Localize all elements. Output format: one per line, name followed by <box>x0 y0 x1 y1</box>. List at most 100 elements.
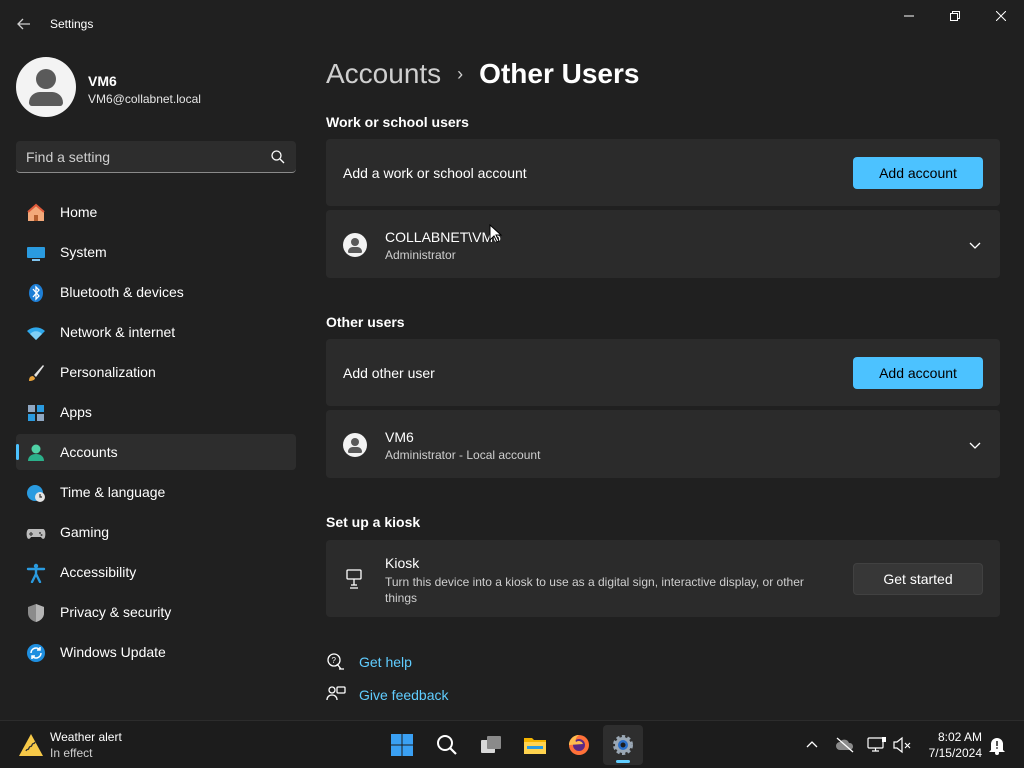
user-name: COLLABNET\VM6 <box>385 229 501 245</box>
sidebar-item-label: Gaming <box>60 524 110 540</box>
accounts-icon <box>26 443 46 463</box>
chevron-down-icon[interactable] <box>968 238 982 252</box>
show-hidden-icons-button[interactable] <box>802 735 822 755</box>
sidebar-item-accessibility[interactable]: Accessibility <box>16 554 296 590</box>
brush-icon <box>26 363 46 383</box>
chevron-up-icon <box>806 741 818 748</box>
avatar <box>16 57 76 117</box>
other-user-row[interactable]: VM6 Administrator - Local account <box>326 410 1000 478</box>
sidebar-item-home[interactable]: Home <box>16 194 296 230</box>
help-icon: ? <box>327 653 344 670</box>
weather-widget[interactable]: Weather alert In effect <box>14 729 174 761</box>
sidebar-item-windows-update[interactable]: Windows Update <box>16 634 296 670</box>
add-work-school-label: Add a work or school account <box>343 165 527 181</box>
page-title: Other Users <box>479 58 640 89</box>
give-feedback-label[interactable]: Give feedback <box>359 687 449 703</box>
sidebar-item-label: Home <box>60 204 98 220</box>
sidebar-item-time-language[interactable]: Time & language <box>16 474 296 510</box>
close-button[interactable] <box>978 0 1024 32</box>
minimize-button[interactable] <box>886 0 932 32</box>
firefox-icon <box>569 735 589 755</box>
sidebar-item-label: Bluetooth & devices <box>60 284 184 300</box>
section-heading-other-users: Other users <box>326 314 405 330</box>
user-avatar <box>343 433 367 457</box>
network-tray-icon[interactable] <box>867 735 887 755</box>
mouse-cursor-icon <box>489 224 503 243</box>
search-taskbar-button[interactable] <box>427 725 467 765</box>
sidebar-item-gaming[interactable]: Gaming <box>16 514 296 550</box>
sidebar-item-accounts[interactable]: Accounts <box>16 434 296 470</box>
weather-status: In effect <box>50 746 93 760</box>
onedrive-tray-icon[interactable] <box>835 735 855 755</box>
sidebar-item-bluetooth[interactable]: Bluetooth & devices <box>16 274 296 310</box>
user-profile[interactable]: VM6 VM6@collabnet.local <box>16 57 306 117</box>
sidebar-item-label: System <box>60 244 107 260</box>
sidebar-item-label: Windows Update <box>60 644 166 660</box>
back-button[interactable] <box>10 10 38 38</box>
sidebar-item-label: Accounts <box>60 444 118 460</box>
sidebar-item-privacy[interactable]: Privacy & security <box>16 594 296 630</box>
volume-tray-icon[interactable] <box>892 735 912 755</box>
shield-icon <box>26 603 46 623</box>
sidebar-item-label: Accessibility <box>60 564 137 580</box>
sidebar-item-personalization[interactable]: Personalization <box>16 354 296 390</box>
breadcrumb-parent-link[interactable]: Accounts <box>326 58 441 90</box>
search-icon[interactable] <box>270 149 286 165</box>
breadcrumb: Accounts › Other Users <box>326 58 639 90</box>
minimize-icon <box>904 15 914 17</box>
sidebar-item-network[interactable]: Network & internet <box>16 314 296 350</box>
give-feedback-link[interactable]: Give feedback <box>326 685 449 705</box>
add-work-account-button[interactable]: Add account <box>853 157 983 189</box>
search-box[interactable] <box>16 141 296 173</box>
kiosk-card: Kiosk Turn this device into a kiosk to u… <box>326 540 1000 617</box>
restore-button[interactable] <box>932 0 978 32</box>
user-avatar <box>343 233 367 257</box>
task-view-button[interactable] <box>471 725 511 765</box>
get-help-label[interactable]: Get help <box>359 654 412 670</box>
firefox-button[interactable] <box>559 725 599 765</box>
sidebar-nav: Home System Bluetooth & devices Network … <box>16 194 296 674</box>
profile-email: VM6@collabnet.local <box>88 92 201 106</box>
taskbar: Weather alert In effect 8:02 AM 7/15/202… <box>0 720 1024 768</box>
globe-clock-icon <box>26 483 46 503</box>
chevron-down-icon[interactable] <box>968 438 982 452</box>
accessibility-icon <box>26 563 46 583</box>
sidebar-item-label: Network & internet <box>60 324 176 340</box>
weather-alert-icon <box>19 734 43 756</box>
file-explorer-button[interactable] <box>515 725 555 765</box>
close-icon <box>996 11 1006 21</box>
profile-name: VM6 <box>88 73 117 89</box>
update-icon <box>26 643 46 663</box>
sidebar-item-label: Personalization <box>60 364 156 380</box>
add-other-user-card: Add other user Add account <box>326 339 1000 406</box>
get-started-button[interactable]: Get started <box>853 563 983 595</box>
add-other-account-button[interactable]: Add account <box>853 357 983 389</box>
kiosk-title: Kiosk <box>385 555 420 571</box>
kiosk-description: Turn this device into a kiosk to use as … <box>385 575 804 605</box>
add-other-user-label: Add other user <box>343 365 435 381</box>
arrow-left-icon <box>17 18 30 30</box>
sidebar-item-apps[interactable]: Apps <box>16 394 296 430</box>
clock-date: 7/15/2024 <box>928 746 982 760</box>
settings-app-button[interactable] <box>603 725 643 765</box>
folder-icon <box>524 738 546 754</box>
get-help-link[interactable]: ? Get help <box>326 652 412 672</box>
weather-title: Weather alert <box>50 730 122 744</box>
start-button[interactable] <box>382 725 422 765</box>
system-clock[interactable]: 8:02 AM 7/15/2024 <box>918 729 982 761</box>
bluetooth-icon <box>26 283 46 303</box>
system-icon <box>26 243 46 263</box>
user-role: Administrator <box>385 248 456 262</box>
task-view-icon <box>481 736 501 753</box>
restore-icon <box>950 11 960 21</box>
user-role: Administrator - Local account <box>385 448 541 462</box>
search-input[interactable] <box>26 147 266 167</box>
user-name: VM6 <box>385 429 414 445</box>
sidebar-item-label: Time & language <box>60 484 166 500</box>
speaker-muted-icon <box>893 736 911 754</box>
section-heading-kiosk: Set up a kiosk <box>326 514 421 530</box>
work-user-row[interactable]: COLLABNET\VM6 Administrator <box>326 210 1000 278</box>
chevron-right-icon: › <box>457 63 464 84</box>
sidebar-item-system[interactable]: System <box>16 234 296 270</box>
notifications-button[interactable] <box>987 735 1007 755</box>
